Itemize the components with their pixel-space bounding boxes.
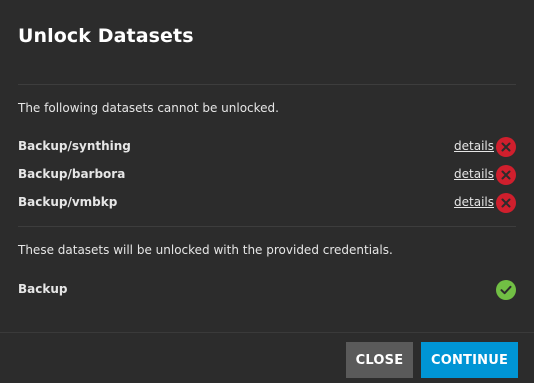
close-circle-icon [496, 165, 516, 185]
locked-dataset-row: Backup/barbora details [18, 164, 516, 186]
locked-dataset-row: Backup/synthing details [18, 136, 516, 158]
details-link[interactable]: details [454, 139, 494, 153]
dialog-title: Unlock Datasets [18, 25, 194, 47]
header-divider [18, 84, 516, 85]
check-circle-icon [496, 280, 516, 300]
unlock-message: These datasets will be unlocked with the… [18, 243, 393, 257]
dataset-name: Backup/barbora [18, 167, 126, 181]
dataset-name: Backup/synthing [18, 139, 131, 153]
details-link[interactable]: details [454, 167, 494, 181]
continue-button[interactable]: CONTINUE [421, 342, 518, 378]
close-circle-icon [496, 137, 516, 157]
footer-divider [0, 332, 534, 333]
dataset-name: Backup/vmbkp [18, 195, 118, 209]
unlock-dataset-row: Backup [18, 279, 516, 301]
close-circle-icon [496, 193, 516, 213]
dataset-name: Backup [18, 282, 68, 296]
locked-message: The following datasets cannot be unlocke… [18, 101, 279, 115]
locked-dataset-row: Backup/vmbkp details [18, 192, 516, 214]
unlock-datasets-dialog: Unlock Datasets The following datasets c… [0, 0, 534, 383]
close-button[interactable]: CLOSE [346, 342, 413, 378]
section-divider [18, 226, 516, 227]
details-link[interactable]: details [454, 195, 494, 209]
